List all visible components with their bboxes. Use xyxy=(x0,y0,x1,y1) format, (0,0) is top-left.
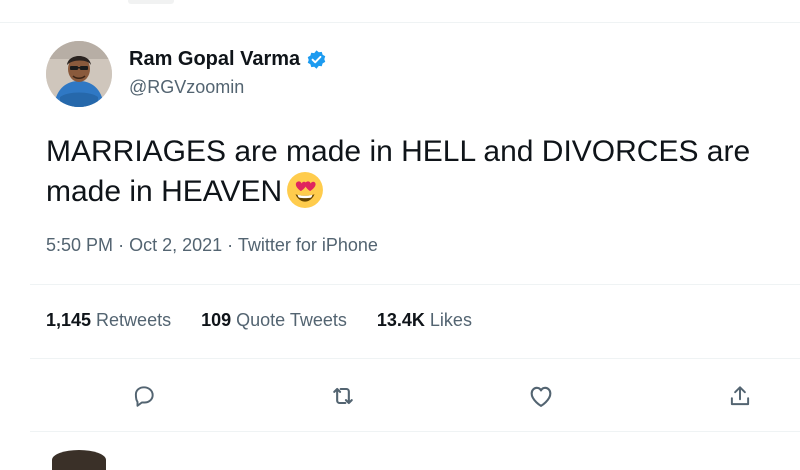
meta-separator: · xyxy=(118,235,125,255)
previous-tweet-fragment xyxy=(128,0,174,4)
likes-stat[interactable]: 13.4K Likes xyxy=(377,310,472,331)
meta-separator: · xyxy=(227,235,234,255)
reply-button[interactable] xyxy=(124,376,164,416)
likes-label: Likes xyxy=(429,310,472,330)
quote-tweets-label: Quote Tweets xyxy=(236,310,347,330)
tweet-stats: 1,145 Retweets 109 Quote Tweets 13.4K Likes xyxy=(46,310,472,331)
display-name[interactable]: Ram Gopal Varma xyxy=(129,48,300,71)
tweet-actions xyxy=(0,376,800,416)
like-button[interactable] xyxy=(521,376,561,416)
display-name-row: Ram Gopal Varma xyxy=(129,47,327,71)
tweet-meta: 5:50 PM · Oct 2, 2021 · Twitter for iPho… xyxy=(46,235,378,256)
retweet-icon xyxy=(333,387,353,405)
tweet-source[interactable]: Twitter for iPhone xyxy=(238,235,378,255)
verified-badge-icon xyxy=(306,49,327,70)
share-button[interactable] xyxy=(720,376,760,416)
author-handle[interactable]: @RGVzoomin xyxy=(129,77,327,98)
like-icon xyxy=(530,386,552,407)
likes-count: 13.4K xyxy=(376,310,425,330)
tweet-text-content: MARRIAGES are made in HELL and DIVORCES … xyxy=(46,135,751,208)
retweet-button[interactable] xyxy=(323,376,363,416)
next-reply-avatar[interactable] xyxy=(52,450,106,470)
tweet-time[interactable]: 5:50 PM xyxy=(46,235,113,255)
tweet-header: Ram Gopal Varma @RGVzoomin xyxy=(46,41,746,111)
divider xyxy=(30,431,800,432)
retweets-label: Retweets xyxy=(96,310,172,330)
divider xyxy=(30,284,800,285)
tweet-date[interactable]: Oct 2, 2021 xyxy=(129,235,222,255)
share-icon xyxy=(730,386,750,406)
retweets-count: 1,145 xyxy=(46,310,92,330)
quote-tweets-stat[interactable]: 109 Quote Tweets xyxy=(201,310,347,331)
retweets-stat[interactable]: 1,145 Retweets xyxy=(46,310,171,331)
quote-tweets-count: 109 xyxy=(201,310,232,330)
reply-icon xyxy=(134,386,154,407)
avatar[interactable] xyxy=(46,41,112,107)
author-names: Ram Gopal Varma @RGVzoomin xyxy=(129,47,327,98)
heart-eyes-emoji-icon xyxy=(286,171,324,209)
divider xyxy=(30,358,800,359)
tweet-text: MARRIAGES are made in HELL and DIVORCES … xyxy=(46,133,786,211)
previous-tweet-edge xyxy=(0,0,800,23)
